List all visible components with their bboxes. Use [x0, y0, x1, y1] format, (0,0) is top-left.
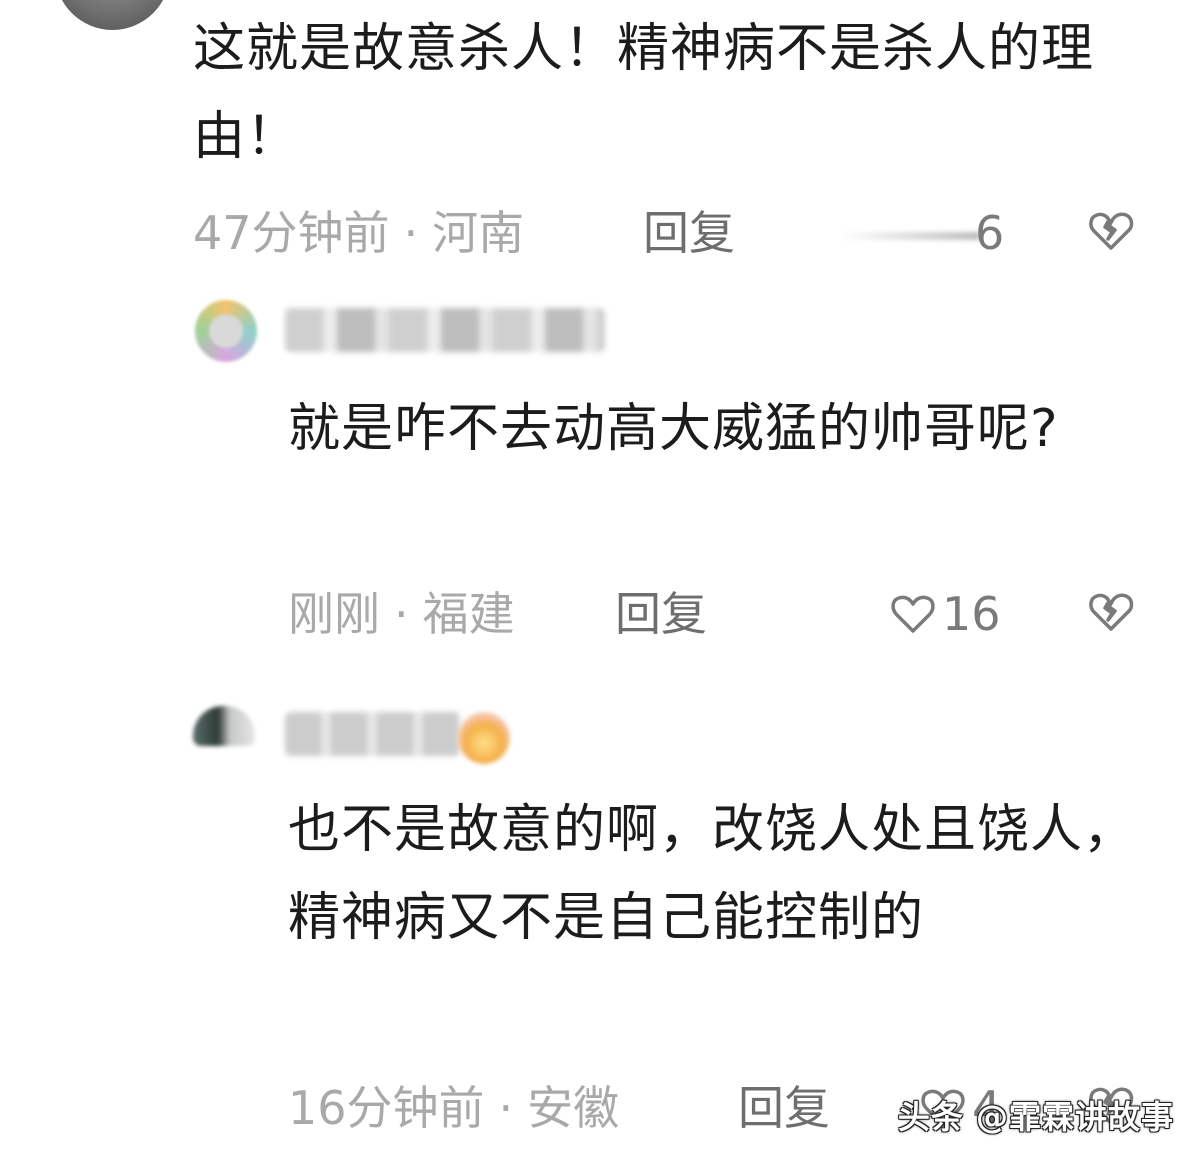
comment-meta: 47分钟前 · 河南 — [193, 205, 524, 261]
blurred-overlay — [840, 232, 980, 240]
comment-time: 刚刚 — [288, 587, 380, 641]
comment-meta: 刚刚 · 福建 — [288, 586, 515, 642]
broken-heart-icon[interactable] — [1088, 208, 1134, 254]
like-count: 16 — [942, 587, 1001, 641]
comment-meta: 16分钟前 · 安徽 — [288, 1080, 619, 1136]
username-blurred[interactable] — [285, 308, 605, 352]
broken-heart-icon[interactable] — [1088, 589, 1134, 635]
meta-separator: · — [403, 206, 419, 260]
heart-outline-icon — [891, 595, 935, 633]
comment-location: 河南 — [432, 206, 525, 260]
comment-text: 也不是故意的啊，改饶人处且饶人，精神病又不是自己能控制的 — [288, 800, 1137, 948]
username-blurred[interactable] — [285, 712, 460, 756]
reply-button[interactable]: 回复 — [738, 1080, 830, 1136]
like-button[interactable]: 16 — [890, 586, 1001, 642]
emoji-icon — [458, 712, 510, 764]
reply-button[interactable]: 回复 — [615, 586, 707, 642]
avatar[interactable] — [193, 706, 255, 746]
comment-location: 安徽 — [527, 1081, 620, 1135]
meta-separator: · — [498, 1081, 514, 1135]
avatar[interactable] — [195, 300, 257, 362]
comment-location: 福建 — [422, 587, 515, 641]
watermark: 头条 @霏霖讲故事 — [897, 1098, 1174, 1136]
avatar[interactable] — [55, 0, 170, 30]
meta-separator: · — [394, 587, 409, 641]
comment-time: 16分钟前 — [288, 1081, 485, 1135]
comment-time: 47分钟前 — [193, 206, 390, 260]
reply-button[interactable]: 回复 — [643, 205, 735, 261]
like-count: 6 — [975, 206, 1005, 260]
comment-text: 就是咋不去动高大威猛的帅哥呢? — [288, 399, 1059, 459]
like-button[interactable]: 6 — [975, 205, 1004, 261]
comment-text: 这就是故意杀人！精神病不是杀人的理由！ — [193, 19, 1095, 167]
